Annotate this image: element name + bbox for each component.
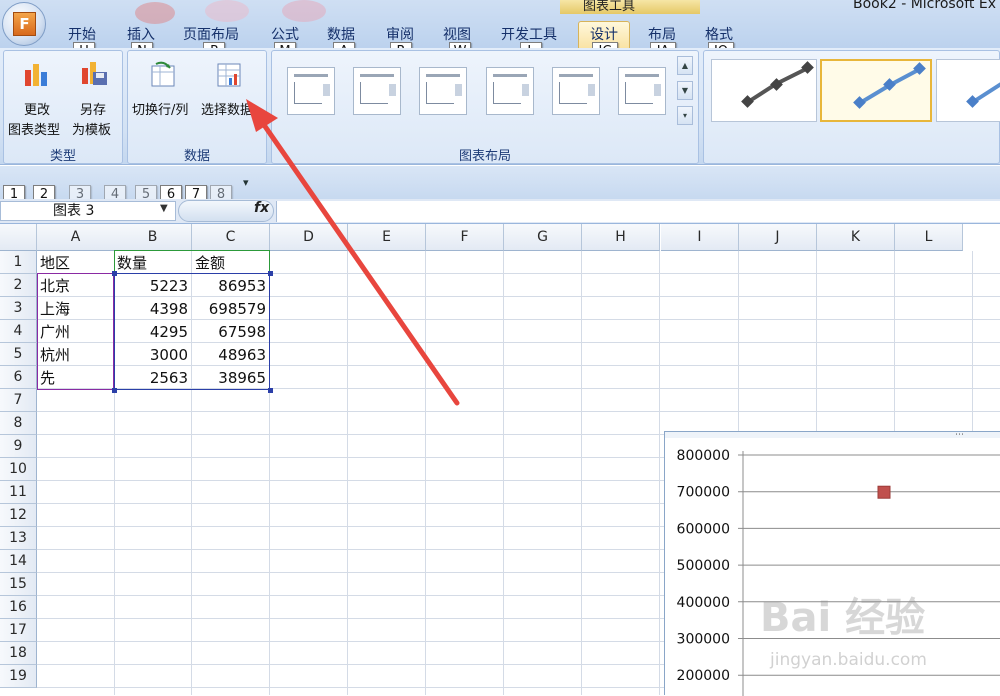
watermark-url: jingyan.baidu.com: [770, 650, 927, 670]
watermark-logo: Bai 经验: [760, 595, 926, 641]
